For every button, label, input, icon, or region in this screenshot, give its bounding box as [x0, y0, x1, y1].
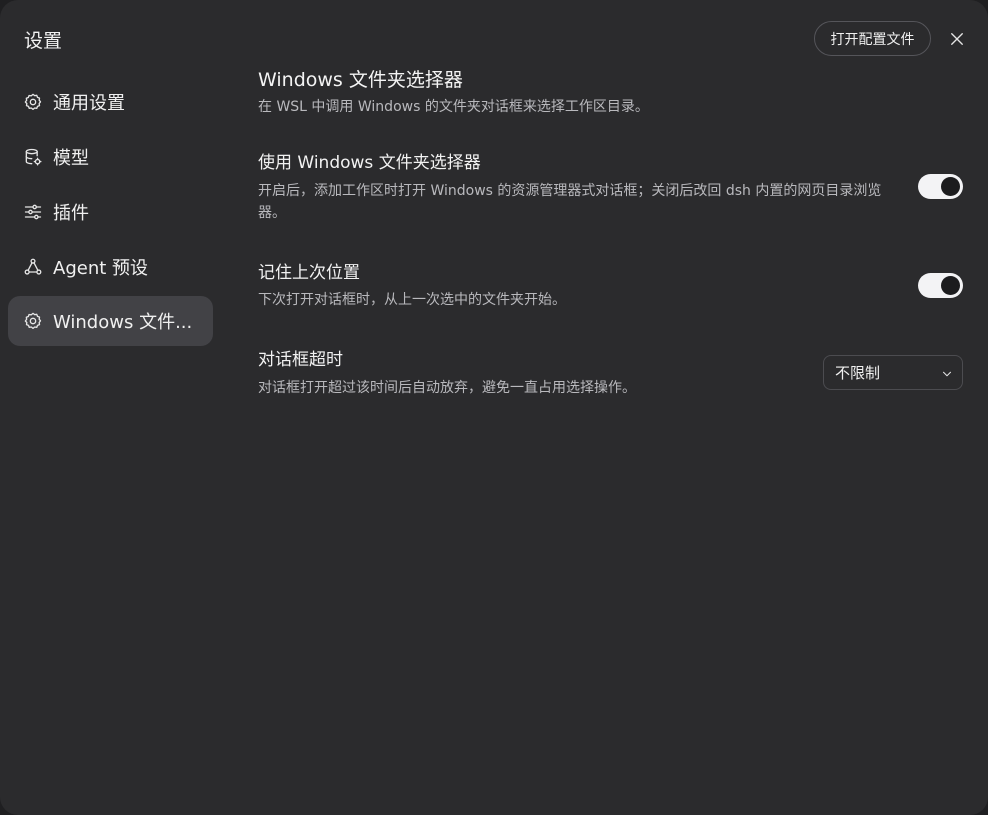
toggle-knob: [941, 177, 960, 196]
dialog-timeout-select[interactable]: 不限制: [823, 355, 963, 390]
use-picker-title: 使用 Windows 文件夹选择器: [258, 153, 481, 173]
database-icon: [23, 147, 43, 167]
remember-location-toggle[interactable]: [918, 273, 963, 298]
remember-location-title: 记住上次位置: [258, 263, 360, 283]
dialog-timeout-description: 对话框打开超过该时间后自动放弃，避免一直占用选择操作。: [258, 380, 636, 396]
settings-window: 设置 通用设置 模型 插件 Agent 预设 Windows 文件... 打开配…: [0, 0, 988, 815]
use-picker-description: 开启后，添加工作区时打开 Windows 的资源管理器式对话框；关闭后改回 ds…: [258, 183, 882, 221]
open-config-file-button[interactable]: 打开配置文件: [814, 21, 931, 56]
sidebar-item-models[interactable]: 模型: [8, 132, 213, 182]
section-title: Windows 文件夹选择器: [258, 69, 463, 91]
sidebar-item-label: 插件: [53, 203, 89, 224]
close-icon: [951, 33, 963, 45]
dialog-timeout-title: 对话框超时: [258, 350, 343, 370]
use-picker-toggle[interactable]: [918, 174, 963, 199]
sidebar-item-label: Windows 文件...: [53, 312, 193, 333]
sidebar-item-windows-picker[interactable]: Windows 文件...: [8, 296, 213, 346]
sidebar-title: 设置: [24, 30, 63, 52]
remember-location-description: 下次打开对话框时，从上一次选中的文件夹开始。: [258, 292, 566, 308]
sidebar-item-label: 通用设置: [53, 93, 125, 114]
sidebar-item-label: 模型: [53, 148, 89, 169]
toggle-knob: [941, 276, 960, 295]
gear-icon: [23, 311, 43, 331]
section-description: 在 WSL 中调用 Windows 的文件夹对话框来选择工作区目录。: [258, 99, 649, 115]
sidebar-item-general[interactable]: 通用设置: [8, 77, 213, 127]
sidebar-item-label: Agent 预设: [53, 258, 149, 279]
select-value: 不限制: [835, 364, 881, 382]
agent-network-icon: [23, 257, 43, 277]
sidebar-item-agent-presets[interactable]: Agent 预设: [8, 242, 213, 292]
close-button[interactable]: [944, 26, 970, 52]
sidebar-item-plugins[interactable]: 插件: [8, 187, 213, 237]
chevron-down-icon: [940, 366, 954, 380]
sliders-icon: [23, 202, 43, 222]
settings-sidebar: 设置 通用设置 模型 插件 Agent 预设 Windows 文件...: [0, 0, 228, 815]
gear-icon: [23, 92, 43, 112]
